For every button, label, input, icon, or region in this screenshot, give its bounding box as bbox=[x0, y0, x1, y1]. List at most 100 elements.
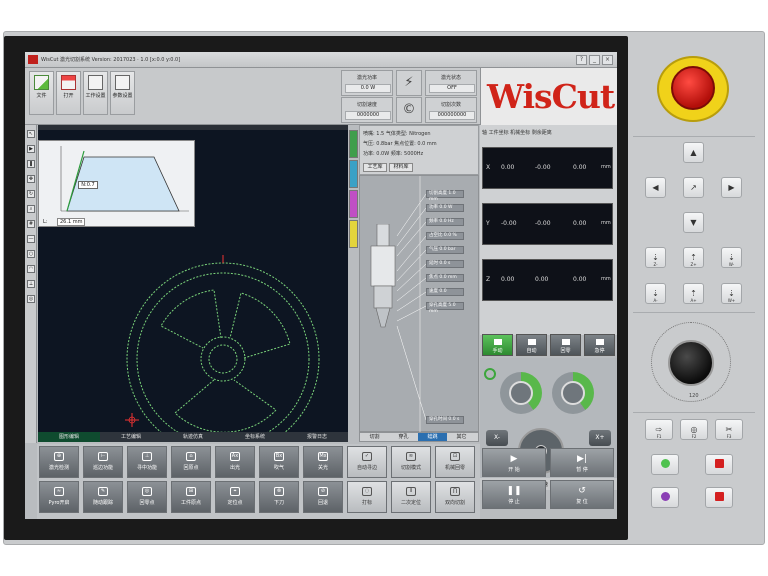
hw-axis-key[interactable]: ⇡ A+ bbox=[683, 283, 704, 304]
step-button[interactable]: ▶| 暂 停 bbox=[550, 448, 614, 477]
fn-button[interactable]: ≈ Pyro开启 bbox=[39, 481, 79, 513]
head-field[interactable]: 功率 0.0 W bbox=[426, 204, 464, 212]
layer-tab-yellow[interactable] bbox=[349, 220, 358, 248]
hw-axis-key[interactable]: ⇣ W+ bbox=[721, 283, 742, 304]
feed-override-knob[interactable] bbox=[668, 340, 714, 386]
fn-button[interactable]: ⊞ 工件原点 bbox=[171, 481, 211, 513]
estop-mode-button[interactable]: 急停 bbox=[584, 334, 615, 356]
head-field[interactable]: 占空比 0.0 % bbox=[426, 232, 464, 240]
new-file-button[interactable]: 文件 bbox=[29, 71, 54, 115]
hw-left-key[interactable]: ◀ bbox=[645, 177, 666, 198]
target-tool-icon[interactable]: ◎ bbox=[27, 295, 35, 303]
jog-x-plus-button[interactable]: X+ bbox=[589, 430, 611, 446]
close-button[interactable]: × bbox=[602, 55, 613, 65]
measure-tool-icon[interactable]: ⟂ bbox=[27, 280, 35, 288]
hw-right-key[interactable]: ▶ bbox=[721, 177, 742, 198]
hw-func-key[interactable]: ⇨ F1 bbox=[645, 419, 673, 440]
tab-process-edit[interactable]: 工艺编辑 bbox=[100, 432, 162, 442]
start-button[interactable]: ▶ 开 始 bbox=[482, 448, 546, 477]
minimize-button[interactable]: _ bbox=[589, 55, 600, 65]
hw-func-key[interactable]: ✂ F3 bbox=[715, 419, 743, 440]
tab-leapfrog[interactable]: 蛙跳 bbox=[418, 433, 447, 441]
jog-x-minus-button[interactable]: X- bbox=[486, 430, 508, 446]
tab-other[interactable]: 其它 bbox=[447, 433, 476, 441]
head-field[interactable]: 穿孔时间 0.0 s bbox=[426, 416, 464, 424]
head-field[interactable]: 速度 0.0 bbox=[426, 288, 464, 296]
drawing-canvas[interactable]: N:0.7 L: 26.1 mm bbox=[38, 130, 348, 432]
tab-cut[interactable]: 切割 bbox=[360, 433, 389, 441]
fn-button[interactable]: ⌖ 定位点 bbox=[215, 481, 255, 513]
hw-axis-key[interactable]: ⇣ Z- bbox=[645, 247, 666, 268]
play-tool-icon[interactable]: ▶ bbox=[27, 145, 35, 153]
fn-button[interactable]: Mx 关光 bbox=[303, 446, 343, 478]
circle-tool-icon[interactable]: ○ bbox=[27, 250, 35, 258]
head-field[interactable]: 频率 0.0 Hz bbox=[426, 218, 464, 226]
hw-reset-key[interactable] bbox=[651, 487, 679, 508]
home-mode-button[interactable]: 回零 bbox=[550, 334, 581, 356]
head-field[interactable]: 切割高度 1.0 mm bbox=[426, 190, 464, 202]
hw-center-key[interactable]: ↗ bbox=[683, 177, 704, 198]
open-file-button[interactable]: 打开 bbox=[56, 71, 81, 115]
fn-button[interactable]: ◎ 回零点 bbox=[127, 481, 167, 513]
hw-axis-key[interactable]: ⇡ Z+ bbox=[683, 247, 704, 268]
grid-tool-icon[interactable]: # bbox=[27, 220, 35, 228]
fn-button[interactable]: ◌ 打标 bbox=[347, 481, 387, 513]
hw-stop-key[interactable] bbox=[705, 454, 733, 475]
layer-tab-blue[interactable] bbox=[349, 160, 358, 188]
line-tool-icon[interactable]: — bbox=[27, 235, 35, 243]
zoom-tool-icon[interactable]: ⌕ bbox=[27, 205, 35, 213]
work-settings-button[interactable]: 工作设置 bbox=[83, 71, 108, 115]
fn-button[interactable]: ⊕ 激光检测 bbox=[39, 446, 79, 478]
help-button[interactable]: ? bbox=[576, 55, 587, 65]
head-field[interactable]: 穿孔高度 5.0 mm bbox=[426, 302, 464, 314]
material-library-button[interactable]: 材料库 bbox=[389, 163, 413, 172]
layer-tab-green[interactable] bbox=[349, 130, 358, 158]
hw-lock-key[interactable] bbox=[705, 487, 733, 508]
process-library-button[interactable]: 工艺库 bbox=[363, 163, 387, 172]
fn-button[interactable]: ⌂ 回原点 bbox=[171, 446, 211, 478]
arc-tool-icon[interactable]: ◠ bbox=[27, 265, 35, 273]
fn-button[interactable]: ≋ 切割模式 bbox=[391, 446, 431, 478]
select-tool-icon[interactable]: ↖ bbox=[27, 130, 35, 138]
fn-button[interactable]: Ax 出光 bbox=[215, 446, 255, 478]
hw-down-key[interactable]: ▼ bbox=[683, 212, 704, 233]
hw-axis-key[interactable]: ⇣ A- bbox=[645, 283, 666, 304]
head-field[interactable]: 焦点 0.0 mm bbox=[426, 274, 464, 282]
hw-up-key[interactable]: ▲ bbox=[683, 142, 704, 163]
hw-axis-key[interactable]: ⇣ W- bbox=[721, 247, 742, 268]
head-field[interactable]: 气压 0.0 bar bbox=[426, 246, 464, 254]
tab-coordinates[interactable]: 坐标系统 bbox=[224, 432, 286, 442]
feed-dial-right[interactable] bbox=[552, 372, 594, 414]
pause-tool-icon[interactable]: ❚ bbox=[27, 160, 35, 168]
feed-dial-left[interactable] bbox=[500, 372, 542, 414]
auto-mode-button[interactable]: 自动 bbox=[516, 334, 547, 356]
move-tool-icon[interactable]: ✥ bbox=[27, 175, 35, 183]
fn-button[interactable]: ⊗ 下刀 bbox=[259, 481, 299, 513]
axis-key-icon: ⇡ bbox=[690, 253, 697, 262]
fn-button[interactable]: ⫴ 二次定位 bbox=[391, 481, 431, 513]
tab-graphic-edit[interactable]: 图形编辑 bbox=[38, 432, 100, 442]
stop-button[interactable]: ❚❚ 停 止 bbox=[482, 480, 546, 509]
fn-button[interactable]: ✎ 随动跟踪 bbox=[83, 481, 123, 513]
reset-button[interactable]: ↺ 复 位 bbox=[550, 480, 614, 509]
new-file-label: 文件 bbox=[36, 93, 47, 99]
fn-button[interactable]: ⊘ 回退 bbox=[303, 481, 343, 513]
fn-button[interactable]: Bx 吹气 bbox=[259, 446, 299, 478]
fn-button[interactable]: ⊡ 机械回零 bbox=[435, 446, 475, 478]
fn-button[interactable]: ⊢ 巡边功能 bbox=[83, 446, 123, 478]
tab-alarm-log[interactable]: 报警日志 bbox=[286, 432, 348, 442]
fn-button[interactable]: ∏ 双向切割 bbox=[435, 481, 475, 513]
remain-distance: 0.00 bbox=[573, 164, 587, 171]
param-settings-button[interactable]: 参数设置 bbox=[110, 71, 135, 115]
hw-func-key[interactable]: ◎ F2 bbox=[680, 419, 708, 440]
rotate-tool-icon[interactable]: ↻ bbox=[27, 190, 35, 198]
manual-mode-button[interactable]: 手动 bbox=[482, 334, 513, 356]
tab-pierce[interactable]: 穿孔 bbox=[389, 433, 418, 441]
head-field[interactable]: 延时 0.0 s bbox=[426, 260, 464, 268]
layer-tab-purple[interactable] bbox=[349, 190, 358, 218]
emergency-stop-button[interactable] bbox=[671, 66, 715, 110]
hw-start-key[interactable] bbox=[651, 454, 679, 475]
fn-button[interactable]: ✓ 自动寻边 bbox=[347, 446, 387, 478]
tab-simulation[interactable]: 轨迹仿真 bbox=[162, 432, 224, 442]
fn-button[interactable]: ⊥ 寻中功能 bbox=[127, 446, 167, 478]
